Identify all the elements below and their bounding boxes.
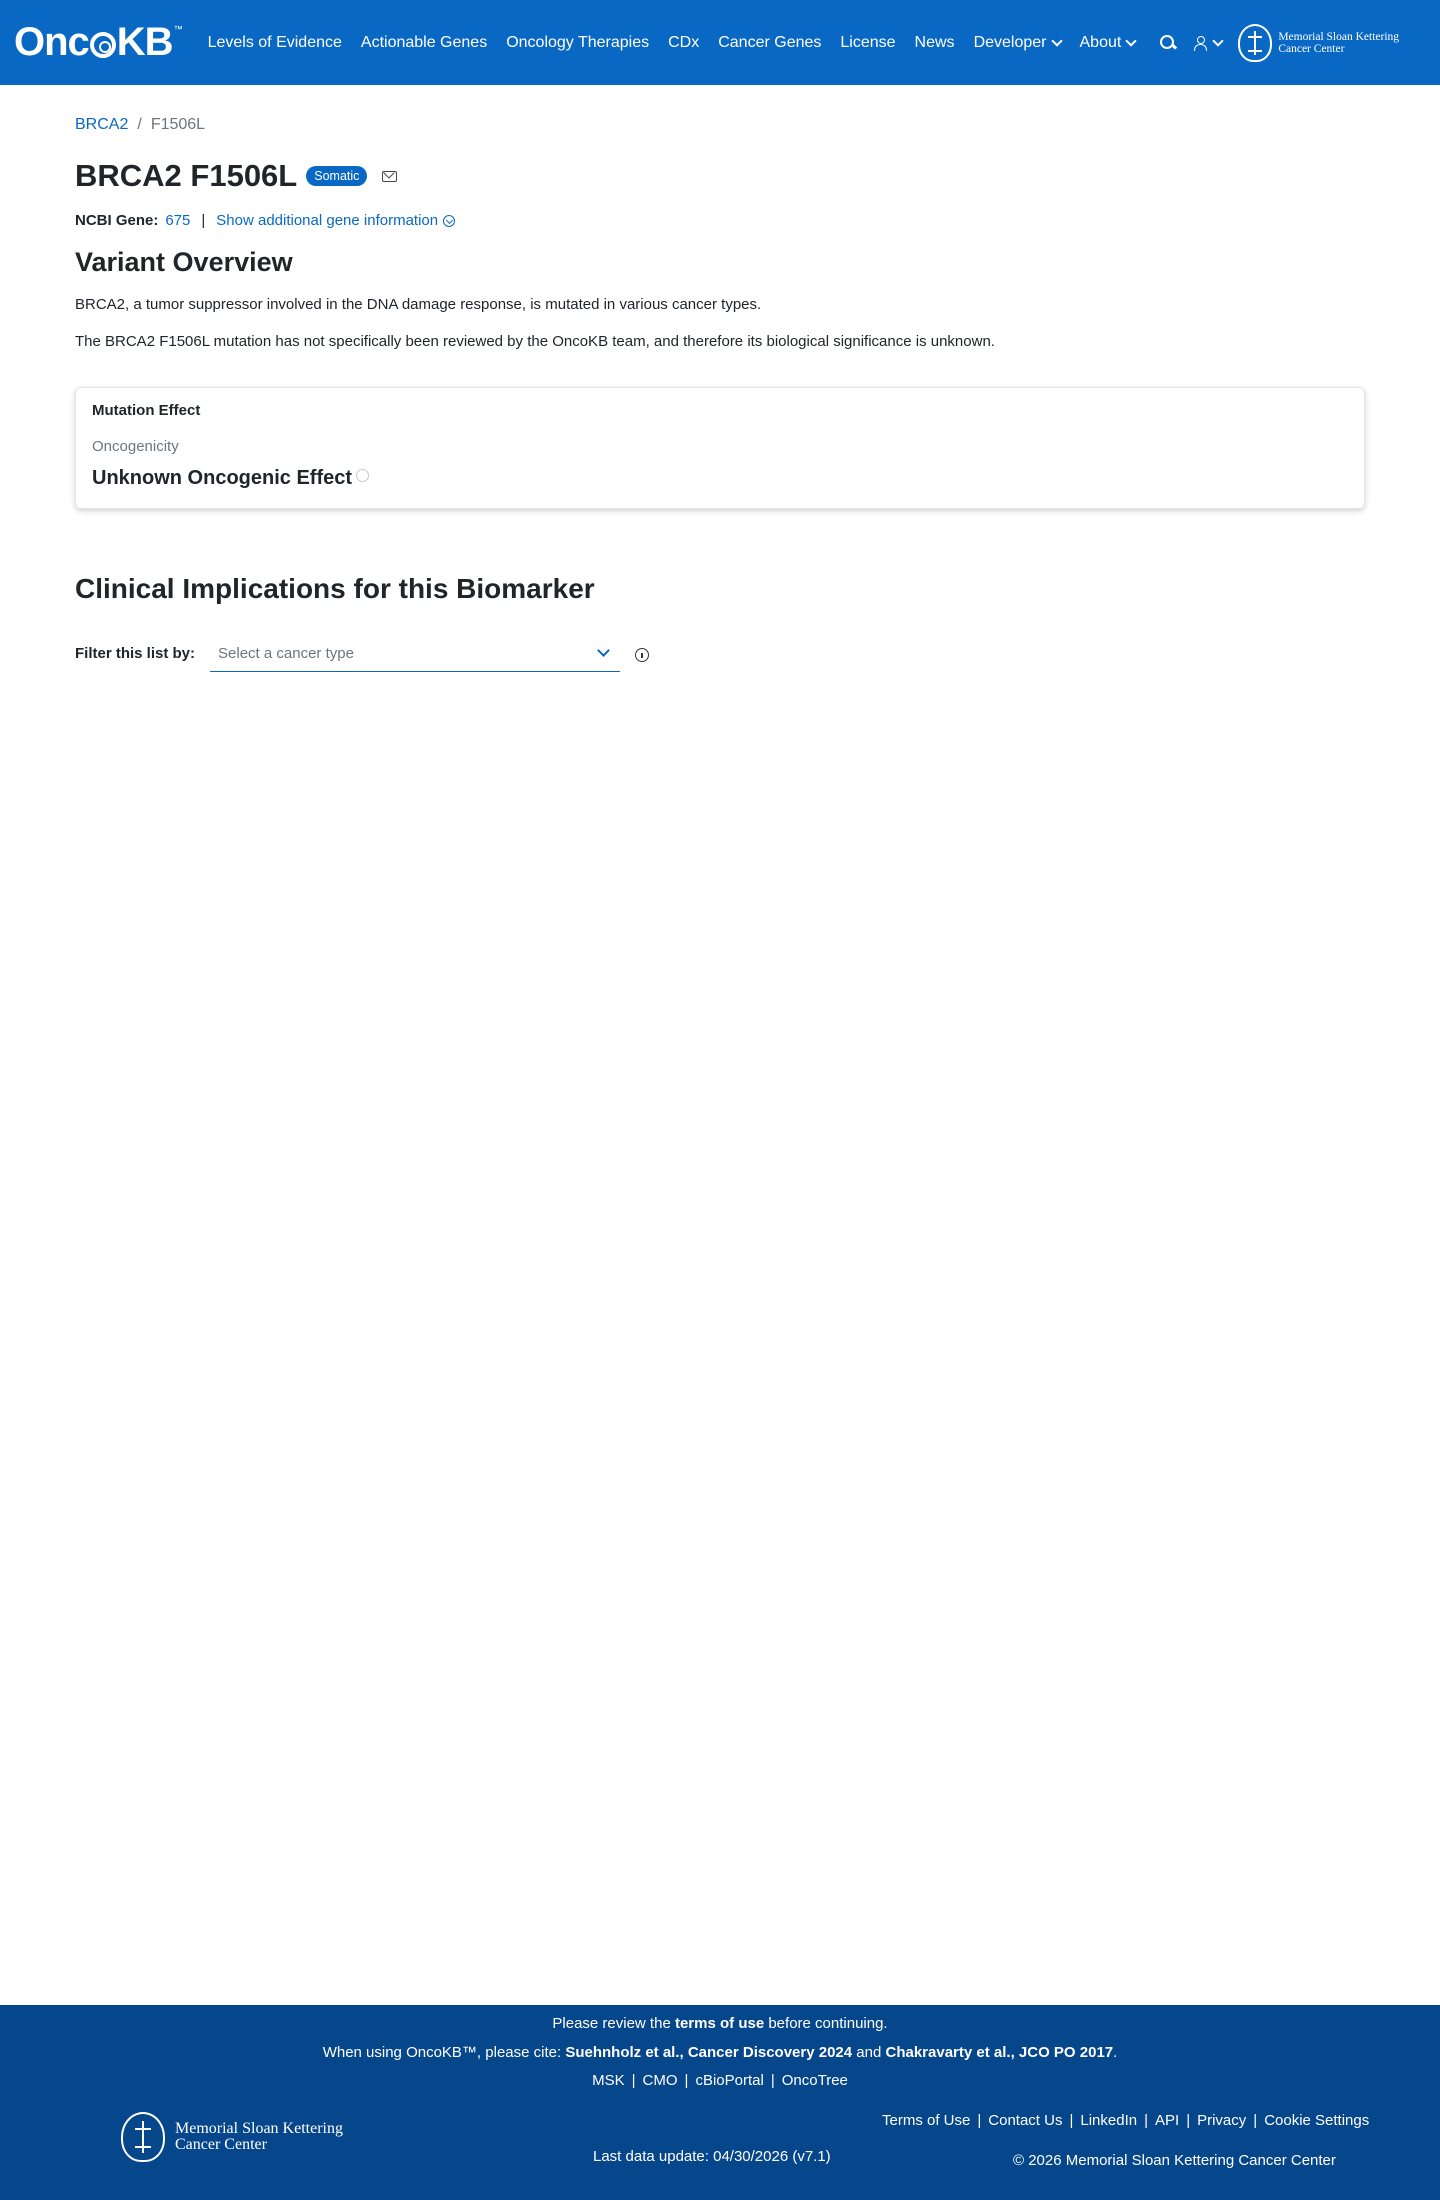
- page-title-row: BRCA2 F1506L Somatic: [75, 158, 398, 194]
- msk-footer-logo[interactable]: Memorial Sloan Kettering Cancer Center: [121, 2112, 343, 2162]
- footer-external-links: MSK | CMO | cBioPortal | OncoTree: [592, 2072, 848, 2089]
- nav-news[interactable]: News: [915, 34, 955, 52]
- copyright: © 2026 Memorial Sloan Kettering Cancer C…: [1013, 2152, 1336, 2169]
- chevron-down-icon: [597, 644, 610, 657]
- chevron-down-icon: [1212, 34, 1224, 47]
- breadcrumb: BRCA2 / F1506L: [75, 116, 205, 134]
- ncbi-gene-link[interactable]: 675: [165, 212, 190, 229]
- overview-gene-summary: BRCA2, a tumor suppressor involved in th…: [75, 296, 762, 313]
- msk-line-1: Memorial Sloan Kettering: [1278, 30, 1400, 43]
- nav-license[interactable]: License: [840, 34, 895, 52]
- search-icon[interactable]: [1160, 34, 1176, 51]
- msk-emblem-icon: [121, 2112, 165, 2162]
- top-navbar: Onc KB ™ Levels of Evidence Actionable Gen…: [0, 0, 1440, 85]
- filter-row: Filter this list by: Select a cancer typ…: [75, 635, 650, 672]
- nav-about-label: About: [1079, 33, 1122, 51]
- unknown-oncogenic-icon: [356, 469, 370, 482]
- show-gene-info-toggle[interactable]: Show additional gene information: [216, 212, 456, 229]
- page-title: BRCA2 F1506L: [75, 158, 298, 193]
- nav-icons: [1160, 34, 1224, 51]
- mutation-effect-card: Mutation Effect Oncogenicity Unknown Onc…: [75, 387, 1365, 509]
- divider: |: [201, 212, 206, 229]
- cancer-type-select[interactable]: Select a cancer type: [210, 635, 621, 672]
- nav-cancer-genes[interactable]: Cancer Genes: [718, 34, 821, 52]
- oncogenicity-value: Unknown Oncogenic Effect: [92, 467, 353, 489]
- overview-variant-summary: The BRCA2 F1506L mutation has not specif…: [75, 333, 995, 350]
- nav-menu: Levels of Evidence Actionable Genes Onco…: [208, 34, 1155, 52]
- nav-about-dropdown[interactable]: About: [1079, 33, 1137, 52]
- footer-link-msk[interactable]: MSK: [592, 2072, 625, 2089]
- oncogenicity-value-row: Unknown Oncogenic Effect: [92, 467, 1348, 490]
- breadcrumb-separator: /: [137, 116, 142, 133]
- footer-api[interactable]: API: [1155, 2112, 1179, 2129]
- ncbi-gene-row: NCBI Gene: 675 | Show additional gene in…: [75, 212, 456, 229]
- footer-privacy[interactable]: Privacy: [1197, 2112, 1246, 2129]
- citation-and: and: [856, 2044, 882, 2061]
- filter-label: Filter this list by:: [75, 645, 196, 662]
- mail-icon[interactable]: [382, 170, 398, 182]
- brand-tm: ™: [173, 24, 183, 34]
- terms-of-use-link[interactable]: terms of use: [675, 2015, 764, 2032]
- clinical-implications-heading: Clinical Implications for this Biomarker: [75, 573, 595, 604]
- oncogenicity-label: Oncogenicity: [92, 438, 179, 455]
- brand-text-b: KB: [116, 20, 174, 64]
- terms-notice-post: before continuing.: [768, 2015, 888, 2032]
- cancer-type-placeholder: Select a cancer type: [218, 644, 354, 662]
- msk-footer-line-2: Cancer Center: [175, 2136, 267, 2153]
- somatic-badge: Somatic: [306, 166, 368, 186]
- citation-end: .: [1113, 2044, 1118, 2061]
- brand-ring-icon: [89, 32, 116, 58]
- terms-notice: Please review the terms of use before co…: [0, 2015, 1440, 2032]
- terms-notice-pre: Please review the: [552, 2015, 671, 2032]
- citation-link-2[interactable]: Chakravarty et al., JCO PO 2017: [886, 2044, 1114, 2061]
- ncbi-gene-label: NCBI Gene:: [75, 212, 159, 229]
- footer-terms-of-use[interactable]: Terms of Use: [882, 2112, 970, 2129]
- chevron-down-icon: [1050, 34, 1063, 47]
- brand-text-a: Onc: [14, 20, 90, 64]
- mutation-effect-title: Mutation Effect: [92, 402, 201, 419]
- breadcrumb-current: F1506L: [150, 116, 206, 133]
- msk-wordmark: Memorial Sloan Kettering Cancer Center: [1278, 31, 1399, 55]
- msk-line-2: Cancer Center: [1278, 42, 1345, 55]
- nav-cdx[interactable]: CDx: [668, 34, 699, 52]
- footer-policy-links: Terms of Use | Contact Us | LinkedIn | API | Pri…: [882, 2112, 1370, 2129]
- citation-pre: When using OncoKB™, please cite:: [322, 2044, 562, 2061]
- nav-developer-dropdown[interactable]: Developer: [973, 33, 1063, 52]
- info-icon[interactable]: [635, 648, 650, 662]
- variant-overview-heading: Variant Overview: [75, 247, 293, 277]
- footer-link-cmo[interactable]: CMO: [643, 2072, 678, 2089]
- citation-link-1[interactable]: Suehnholz et al., Cancer Discovery 2024: [565, 2044, 852, 2061]
- citation-notice: When using OncoKB™, please cite: Suehnho…: [0, 2044, 1440, 2061]
- last-data-update: Last data update: 04/30/2026 (v7.1): [593, 2148, 831, 2165]
- msk-emblem-icon: [1238, 23, 1273, 62]
- footer-cookie-settings[interactable]: Cookie Settings: [1264, 2112, 1369, 2129]
- show-gene-info-label: Show additional gene information: [216, 212, 439, 229]
- nav-oncology-therapies[interactable]: Oncology Therapies: [506, 34, 649, 52]
- breadcrumb-gene-link[interactable]: BRCA2: [75, 116, 128, 134]
- msk-header-logo[interactable]: Memorial Sloan Kettering Cancer Center: [1238, 23, 1399, 62]
- msk-footer-line-1: Memorial Sloan Kettering: [175, 2120, 343, 2137]
- msk-footer-wordmark: Memorial Sloan Kettering Cancer Center: [175, 2121, 343, 2153]
- footer: Please review the terms of use before co…: [0, 2005, 1440, 2200]
- user-icon: [1194, 35, 1208, 51]
- footer-link-cbioportal[interactable]: cBioPortal: [695, 2072, 763, 2089]
- account-dropdown[interactable]: [1194, 34, 1224, 51]
- footer-link-oncotree[interactable]: OncoTree: [782, 2072, 848, 2089]
- oncokb-logo[interactable]: Onc KB ™: [14, 20, 183, 65]
- nav-actionable-genes[interactable]: Actionable Genes: [361, 34, 487, 52]
- chevron-down-icon: [1125, 34, 1137, 47]
- nav-levels-of-evidence[interactable]: Levels of Evidence: [208, 34, 342, 52]
- footer-linkedin[interactable]: LinkedIn: [1080, 2112, 1137, 2129]
- chevron-circle-down-icon: [443, 215, 456, 228]
- footer-contact-us[interactable]: Contact Us: [988, 2112, 1062, 2129]
- nav-developer-label: Developer: [973, 33, 1047, 51]
